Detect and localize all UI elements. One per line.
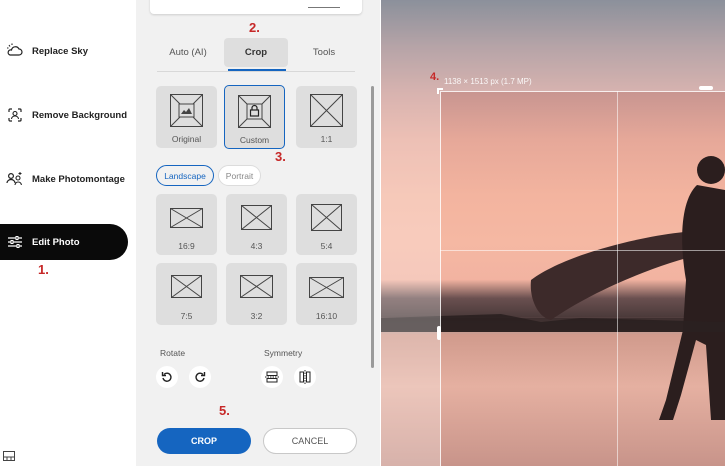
ratio-7-5-icon xyxy=(171,275,202,298)
step-marker-2: 2. xyxy=(249,20,260,35)
crop-handle-top-left[interactable] xyxy=(437,88,443,94)
ratio-7-5[interactable]: 7:5 xyxy=(156,263,217,325)
rotate-left-icon xyxy=(161,372,172,382)
crop-size-readout: 1138 × 1513 px (1.7 MP) xyxy=(444,77,532,86)
tab-tools[interactable]: Tools xyxy=(292,38,356,67)
panel-top-card xyxy=(150,0,362,14)
sidebar-item-make-photomontage[interactable]: Make Photomontage xyxy=(0,161,128,197)
preset-original[interactable]: Original xyxy=(156,86,217,148)
panel-scrollbar[interactable] xyxy=(371,86,374,368)
sidebar-item-replace-sky[interactable]: Replace Sky xyxy=(0,33,128,69)
flip-horizontal-icon xyxy=(299,370,311,384)
ratio-label: 16:9 xyxy=(178,241,195,251)
ratio-16-9[interactable]: 16:9 xyxy=(156,194,217,255)
ratio-label: 5:4 xyxy=(320,241,333,251)
ratio-1-1-icon xyxy=(310,94,343,127)
step-marker-4: 4. xyxy=(430,71,440,83)
step-marker-5: 5. xyxy=(219,403,230,418)
crop-grid-line xyxy=(617,91,618,466)
ratio-3-2[interactable]: 3:2 xyxy=(226,263,287,325)
crop-mask-left xyxy=(381,0,440,466)
landscape-toggle[interactable]: Landscape xyxy=(156,165,214,186)
sidebar-item-label: Edit Photo xyxy=(32,236,80,248)
sidebar-item-remove-background[interactable]: Remove Background xyxy=(0,97,128,133)
portrait-toggle[interactable]: Portrait xyxy=(218,165,261,186)
ratio-4-3-icon xyxy=(241,205,272,230)
crop-frame[interactable] xyxy=(440,91,725,466)
step-marker-1: 1. xyxy=(38,262,49,277)
preset-custom[interactable]: Custom xyxy=(224,85,285,149)
ratio-16-10[interactable]: 16:10 xyxy=(296,263,357,325)
flip-horizontal-button[interactable] xyxy=(294,366,316,388)
step-marker-3: 3. xyxy=(275,149,286,164)
sidebar-item-label: Make Photomontage xyxy=(32,173,125,185)
sliders-icon xyxy=(6,233,24,251)
ratio-16-10-icon xyxy=(309,277,344,298)
sidebar: Replace Sky Remove Background Make Photo… xyxy=(0,0,136,466)
tab-auto-ai[interactable]: Auto (AI) xyxy=(156,38,220,67)
rotate-right-button[interactable] xyxy=(189,366,211,388)
tabs-divider xyxy=(157,71,355,72)
flip-vertical-icon xyxy=(265,371,279,383)
crop-handle-top[interactable] xyxy=(699,86,713,90)
cloud-sun-icon xyxy=(6,42,24,60)
ratio-label: 4:3 xyxy=(250,241,263,251)
flip-vertical-button[interactable] xyxy=(261,366,283,388)
cancel-button[interactable]: CANCEL xyxy=(263,428,357,454)
tab-crop[interactable]: Crop xyxy=(224,38,288,67)
tab-active-indicator xyxy=(228,69,286,71)
crop-grid-line xyxy=(440,250,725,251)
person-frame-icon xyxy=(6,106,24,124)
rotate-left-button[interactable] xyxy=(156,366,178,388)
preset-label: 1:1 xyxy=(320,134,333,144)
montage-icon xyxy=(6,170,24,188)
crop-handle-left[interactable] xyxy=(437,326,441,340)
lock-icon xyxy=(238,95,271,128)
preset-label: Custom xyxy=(239,135,270,145)
image-placeholder-icon xyxy=(170,94,203,127)
crop-button[interactable]: CROP xyxy=(157,428,251,454)
sidebar-item-edit-photo[interactable]: Edit Photo xyxy=(0,224,128,260)
sidebar-item-label: Replace Sky xyxy=(32,45,88,57)
ratio-label: 7:5 xyxy=(180,311,193,321)
rotate-right-icon xyxy=(195,372,206,382)
rotate-label: Rotate xyxy=(160,348,186,358)
app-root: Replace Sky Remove Background Make Photo… xyxy=(0,0,725,466)
ratio-5-4[interactable]: 5:4 xyxy=(296,194,357,255)
ratio-16-9-icon xyxy=(170,208,203,228)
preset-1-1[interactable]: 1:1 xyxy=(296,86,357,148)
sidebar-item-label: Remove Background xyxy=(32,109,128,121)
ratio-label: 16:10 xyxy=(315,311,338,321)
ratio-5-4-icon xyxy=(311,204,342,231)
ratio-3-2-icon xyxy=(240,275,273,298)
symmetry-label: Symmetry xyxy=(264,348,303,358)
ratio-4-3[interactable]: 4:3 xyxy=(226,194,287,255)
preset-label: Original xyxy=(171,134,202,144)
ratio-label: 3:2 xyxy=(250,311,263,321)
panel-layout-icon[interactable] xyxy=(3,448,15,461)
